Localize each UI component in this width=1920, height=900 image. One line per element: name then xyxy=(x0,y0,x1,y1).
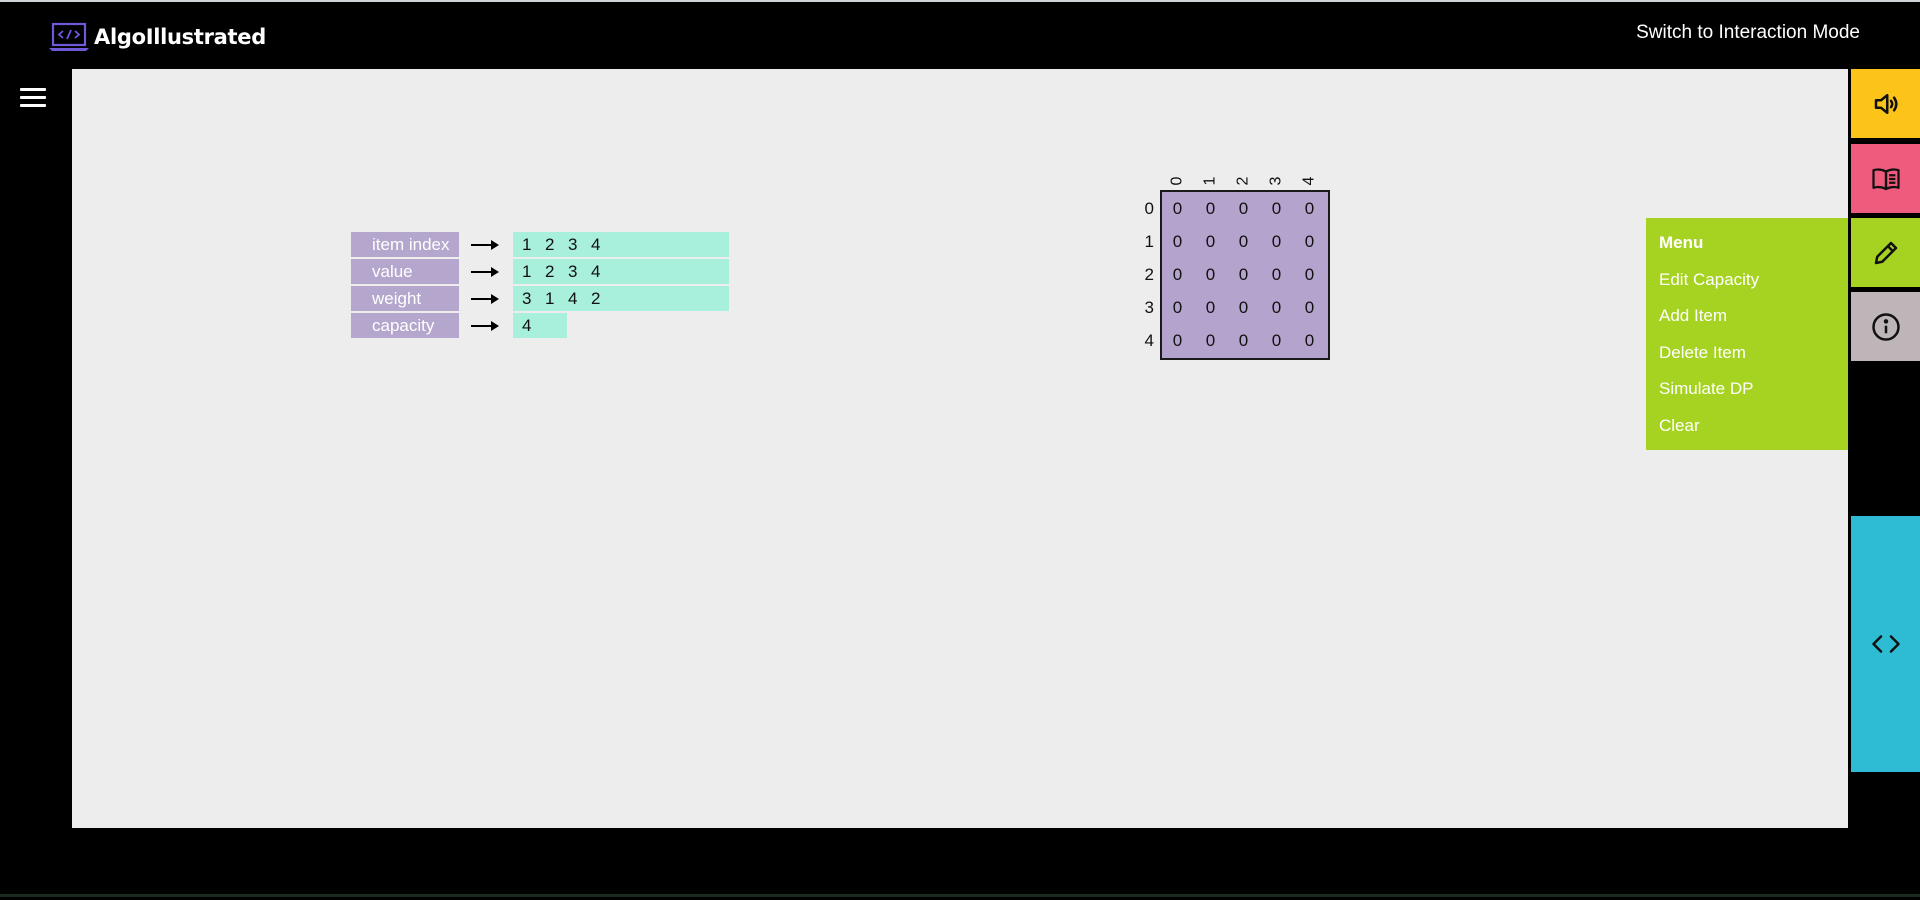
dp-column-header: 3 xyxy=(1260,172,1293,190)
dp-cell[interactable]: 0 xyxy=(1161,298,1194,318)
array-value: 4 xyxy=(591,262,601,281)
menu-item-delete-item[interactable]: Delete Item xyxy=(1659,343,1746,363)
dp-cell[interactable]: 0 xyxy=(1260,232,1293,252)
menu-panel: Menu Edit Capacity Add Item Delete Item … xyxy=(1646,218,1848,450)
array-value: 1 xyxy=(545,289,555,308)
array-value: 3 xyxy=(568,262,578,281)
dp-row-header: 0 xyxy=(1144,199,1154,218)
dp-column-header: 1 xyxy=(1194,172,1227,190)
dp-table: 0000000000000000000000000 xyxy=(1160,190,1330,360)
dp-row-header: 2 xyxy=(1144,265,1154,284)
speaker-icon xyxy=(1874,93,1898,114)
array-label: item index xyxy=(351,232,459,257)
dp-cell[interactable]: 0 xyxy=(1227,232,1260,252)
dp-column-header: 4 xyxy=(1293,172,1326,190)
dp-cell[interactable]: 0 xyxy=(1194,265,1227,285)
dp-cell[interactable]: 0 xyxy=(1227,199,1260,219)
dp-cell[interactable]: 0 xyxy=(1161,232,1194,252)
book-button[interactable] xyxy=(1851,144,1920,213)
array-values: 4 xyxy=(513,313,567,338)
dp-column-label: 1 xyxy=(1201,176,1219,186)
edit-button[interactable] xyxy=(1851,218,1920,287)
dp-cell[interactable]: 0 xyxy=(1194,331,1227,351)
array-value: 4 xyxy=(591,235,601,254)
dp-column-header: 0 xyxy=(1161,172,1194,190)
array-label: value xyxy=(351,259,459,284)
dp-column-label: 3 xyxy=(1267,176,1285,186)
dp-column-label: 4 xyxy=(1300,176,1318,186)
array-values: 1234 xyxy=(513,232,729,257)
dp-cell[interactable]: 0 xyxy=(1227,331,1260,351)
dp-column-label: 2 xyxy=(1234,176,1252,186)
switch-mode-link[interactable]: Switch to Interaction Mode xyxy=(1636,22,1860,44)
menu-title: Menu xyxy=(1659,233,1704,252)
dp-cell[interactable]: 0 xyxy=(1293,199,1326,219)
code-button[interactable] xyxy=(1851,516,1920,772)
dp-cell[interactable]: 0 xyxy=(1227,298,1260,318)
dp-cell[interactable]: 0 xyxy=(1194,298,1227,318)
array-value: 4 xyxy=(522,316,532,335)
dp-cell[interactable]: 0 xyxy=(1260,298,1293,318)
dp-cell[interactable]: 0 xyxy=(1260,265,1293,285)
dp-column-header: 2 xyxy=(1227,172,1260,190)
app-title: AlgoIllustrated xyxy=(94,25,266,49)
array-value: 1 xyxy=(522,262,532,281)
dp-row-header: 3 xyxy=(1144,298,1154,317)
sound-button[interactable] xyxy=(1851,69,1920,138)
array-value: 1 xyxy=(522,235,532,254)
hamburger-icon[interactable] xyxy=(20,88,46,110)
array-values: 1234 xyxy=(513,259,729,284)
dp-column-label: 0 xyxy=(1168,176,1186,186)
array-value: 2 xyxy=(591,289,601,308)
app-logo[interactable]: AlgoIllustrated xyxy=(48,22,266,52)
dp-cell[interactable]: 0 xyxy=(1161,265,1194,285)
dp-row-header: 4 xyxy=(1144,331,1154,350)
dp-cell[interactable]: 0 xyxy=(1227,265,1260,285)
arrow-icon xyxy=(471,321,499,331)
dp-cell[interactable]: 0 xyxy=(1260,199,1293,219)
info-icon xyxy=(1871,312,1900,341)
menu-item-clear[interactable]: Clear xyxy=(1659,416,1700,436)
arrow-icon xyxy=(471,267,499,277)
code-icon xyxy=(1871,635,1900,653)
dp-cell[interactable]: 0 xyxy=(1161,331,1194,351)
array-value: 2 xyxy=(545,235,555,254)
menu-item-add-item[interactable]: Add Item xyxy=(1659,306,1727,326)
array-value: 2 xyxy=(545,262,555,281)
laptop-code-icon xyxy=(49,22,89,51)
dp-cell[interactable]: 0 xyxy=(1293,265,1326,285)
window-top-edge xyxy=(0,0,1920,2)
visualization-canvas xyxy=(72,69,1848,828)
dp-cell[interactable]: 0 xyxy=(1260,331,1293,351)
info-button[interactable] xyxy=(1851,292,1920,361)
dp-cell[interactable]: 0 xyxy=(1194,199,1227,219)
array-value: 3 xyxy=(568,235,578,254)
array-value: 3 xyxy=(522,289,532,308)
bottom-edge xyxy=(0,894,1920,897)
array-label: weight xyxy=(351,286,459,311)
arrow-icon xyxy=(471,294,499,304)
dp-cell[interactable]: 0 xyxy=(1293,331,1326,351)
dp-row-header: 1 xyxy=(1144,232,1154,251)
pencil-icon xyxy=(1874,241,1897,264)
book-icon xyxy=(1871,167,1900,190)
menu-item-simulate-dp[interactable]: Simulate DP xyxy=(1659,379,1753,399)
dp-cell[interactable]: 0 xyxy=(1293,298,1326,318)
dp-cell[interactable]: 0 xyxy=(1194,232,1227,252)
array-value: 4 xyxy=(568,289,578,308)
dp-cell[interactable]: 0 xyxy=(1161,199,1194,219)
array-label: capacity xyxy=(351,313,459,338)
dp-cell[interactable]: 0 xyxy=(1293,232,1326,252)
array-values: 3142 xyxy=(513,286,729,311)
arrow-icon xyxy=(471,240,499,250)
menu-item-edit-capacity[interactable]: Edit Capacity xyxy=(1659,270,1759,290)
